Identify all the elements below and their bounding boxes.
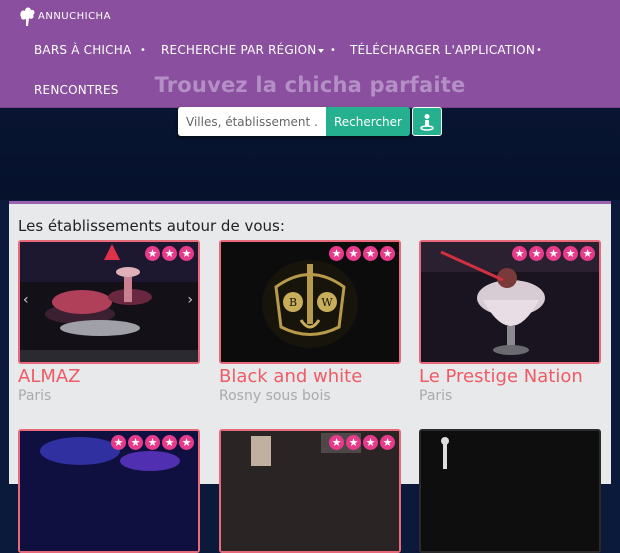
star-icon: ★	[563, 246, 578, 261]
establishment-city: Paris	[18, 388, 52, 404]
star-icon: ★	[580, 246, 595, 261]
rating-stars: ★ ★ ★ ★ ★	[111, 435, 194, 450]
establishment-photo: ★ ★ ★ ★ ★	[419, 240, 601, 364]
svg-text:B: B	[289, 296, 297, 309]
nav-separator: •	[536, 45, 542, 56]
star-icon: ★	[179, 246, 194, 261]
nearby-section: Les établissements autour de vous: ‹ › ★…	[9, 201, 611, 553]
caret-down-icon	[318, 48, 325, 53]
hookah-icon	[20, 7, 35, 26]
prev-arrow-icon[interactable]: ‹	[23, 292, 29, 308]
rating-stars: ★ ★ ★ ★	[329, 435, 395, 450]
establishment-photo: B W ★ ★ ★ ★	[219, 240, 401, 364]
establishment-card[interactable]: ★ ★ ★ ★	[219, 429, 401, 553]
establishment-city: Paris	[419, 388, 453, 404]
star-icon: ★	[162, 435, 177, 450]
next-arrow-icon[interactable]: ›	[187, 292, 193, 308]
establishment-card[interactable]	[419, 429, 601, 553]
svg-text:W: W	[321, 296, 333, 309]
star-icon: ★	[179, 435, 194, 450]
establishment-name[interactable]: Black and white	[219, 366, 362, 387]
star-icon: ★	[380, 435, 395, 450]
establishment-name[interactable]: ALMAZ	[18, 366, 81, 387]
star-icon: ★	[512, 246, 527, 261]
establishment-photo: ‹ › ★ ★ ★	[18, 240, 200, 364]
establishment-card[interactable]: ★ ★ ★ ★ ★	[18, 429, 200, 553]
nav-separator: •	[140, 45, 146, 56]
nav-separator: •	[330, 45, 336, 56]
brand-logo[interactable]: ANNUCHICHA	[18, 4, 111, 28]
establishment-photo: ★ ★ ★ ★ ★	[18, 429, 200, 553]
star-icon: ★	[329, 246, 344, 261]
establishment-card[interactable]: B W ★ ★ ★ ★ Black and white Rosny sous bois	[219, 240, 401, 404]
star-icon: ★	[363, 435, 378, 450]
nav-recherche-label: RECHERCHE PAR RÉGION	[161, 43, 317, 57]
rating-stars: ★ ★ ★ ★	[329, 246, 395, 261]
star-icon: ★	[111, 435, 126, 450]
star-icon: ★	[363, 246, 378, 261]
search-button[interactable]: Rechercher	[326, 107, 410, 136]
star-icon: ★	[128, 435, 143, 450]
nav-bars-a-chicha[interactable]: BARS À CHICHA	[34, 43, 131, 57]
establishment-name[interactable]: Le Prestige Nation	[419, 366, 583, 387]
search-bar: Rechercher	[178, 107, 410, 136]
rating-stars: ★ ★ ★ ★ ★	[512, 246, 595, 261]
star-icon: ★	[346, 246, 361, 261]
section-title: Les établissements autour de vous:	[18, 217, 285, 235]
search-input[interactable]	[178, 107, 326, 136]
star-icon: ★	[546, 246, 561, 261]
establishment-photo	[419, 429, 601, 553]
star-icon: ★	[145, 435, 160, 450]
establishment-photo: ★ ★ ★ ★	[219, 429, 401, 553]
nav-telecharger-application[interactable]: TÉLÉCHARGER L'APPLICATION	[350, 43, 535, 57]
establishment-city: Rosny sous bois	[219, 388, 331, 404]
brand-name: ANNUCHICHA	[38, 10, 111, 22]
establishment-card[interactable]: ★ ★ ★ ★ ★ Le Prestige Nation Paris	[419, 240, 601, 404]
star-icon: ★	[529, 246, 544, 261]
geolocate-button[interactable]	[412, 107, 442, 136]
star-icon: ★	[380, 246, 395, 261]
person-pin-icon	[420, 113, 434, 131]
hero-tagline: Trouvez la chicha parfaite	[154, 73, 466, 97]
establishment-card[interactable]: ‹ › ★ ★ ★ ALMAZ Paris	[18, 240, 200, 404]
star-icon: ★	[346, 435, 361, 450]
star-icon: ★	[329, 435, 344, 450]
nav-recherche-par-region[interactable]: RECHERCHE PAR RÉGION	[161, 43, 325, 57]
star-icon: ★	[162, 246, 177, 261]
rating-stars: ★ ★ ★	[145, 246, 194, 261]
star-icon: ★	[145, 246, 160, 261]
